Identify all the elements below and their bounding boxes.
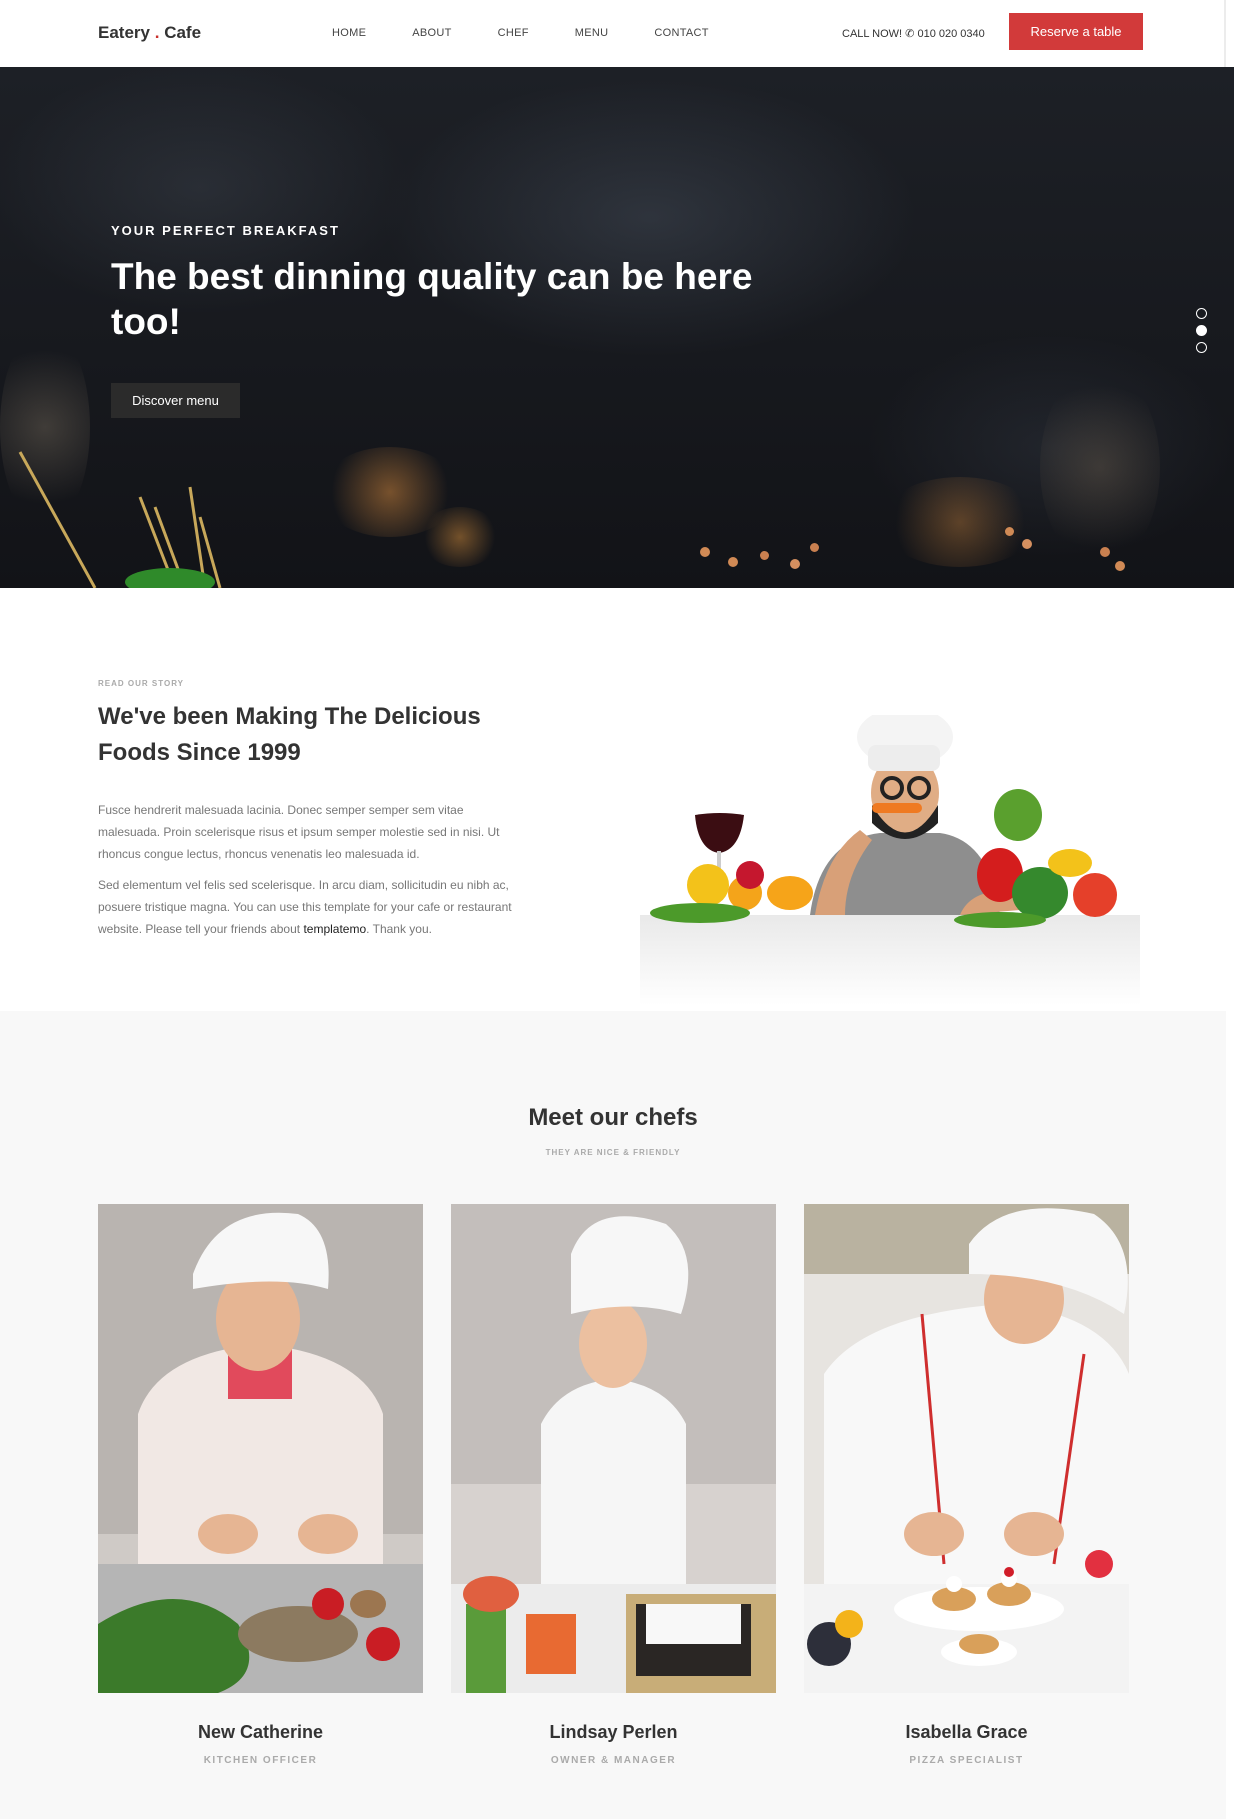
- slide-dot-1[interactable]: [1196, 308, 1207, 319]
- chef-photo: [804, 1204, 1129, 1693]
- brand-name: Eatery: [98, 23, 150, 42]
- brand-suffix: Cafe: [164, 23, 202, 42]
- story-paragraph-2-end: . Thank you.: [366, 922, 432, 936]
- hero-subtitle: YOUR PERFECT BREAKFAST: [111, 223, 340, 238]
- chefs-subtitle: THEY ARE NICE & FRIENDLY: [545, 1148, 681, 1157]
- story-label: READ OUR STORY: [98, 679, 185, 688]
- phone-icon: ✆: [905, 28, 915, 40]
- discover-menu-button[interactable]: Discover menu: [111, 383, 240, 418]
- nav-home[interactable]: HOME: [332, 27, 366, 39]
- call-now: CALL NOW! ✆ 010 020 0340: [842, 27, 985, 40]
- chef-card[interactable]: Isabella Grace PIZZA SPECIALIST: [804, 1204, 1129, 1766]
- nav-menu[interactable]: MENU: [575, 27, 609, 39]
- chef-role: OWNER & MANAGER: [550, 1755, 677, 1766]
- templatemo-link[interactable]: templatemo: [303, 922, 366, 936]
- navbar: Eatery . Cafe HOME ABOUT CHEF MENU CONTA…: [0, 0, 1226, 67]
- story-title: We've been Making The Delicious Foods Si…: [98, 703, 481, 766]
- chef-role: KITCHEN OFFICER: [203, 1755, 318, 1766]
- brand-logo[interactable]: Eatery . Cafe: [98, 23, 201, 43]
- nav-contact[interactable]: CONTACT: [654, 27, 708, 39]
- chef-photo: [451, 1204, 776, 1693]
- brand-dot: .: [154, 23, 160, 42]
- main-nav: HOME ABOUT CHEF MENU CONTACT: [332, 27, 755, 39]
- chef-role: PIZZA SPECIALIST: [909, 1755, 1024, 1766]
- call-label: CALL NOW!: [842, 28, 903, 40]
- story-paragraph-2: Sed elementum vel felis sed scelerisque.…: [98, 874, 528, 940]
- chef-card[interactable]: New Catherine KITCHEN OFFICER: [98, 1204, 423, 1766]
- slide-dot-2[interactable]: [1196, 325, 1207, 336]
- chef-name: Lindsay Perlen: [549, 1722, 678, 1742]
- hero-title: The best dinning quality can be here too…: [111, 256, 753, 342]
- story-paragraph-1: Fusce hendrerit malesuada lacinia. Donec…: [98, 803, 500, 861]
- slider-dots: [1196, 308, 1207, 359]
- chef-name: New Catherine: [197, 1722, 324, 1742]
- nav-about[interactable]: ABOUT: [412, 27, 451, 39]
- nav-chef[interactable]: CHEF: [498, 27, 529, 39]
- reserve-table-button[interactable]: Reserve a table: [1009, 13, 1143, 50]
- chef-card[interactable]: Lindsay Perlen OWNER & MANAGER: [451, 1204, 776, 1766]
- hero-slider: YOUR PERFECT BREAKFAST The best dinning …: [0, 67, 1234, 588]
- chef-photo: [98, 1204, 423, 1693]
- slide-dot-3[interactable]: [1196, 342, 1207, 353]
- chef-with-vegetables-image: [640, 715, 1140, 1005]
- phone-number[interactable]: 010 020 0340: [917, 28, 984, 40]
- chef-name: Isabella Grace: [905, 1722, 1028, 1742]
- chefs-title: Meet our chefs: [528, 1104, 698, 1131]
